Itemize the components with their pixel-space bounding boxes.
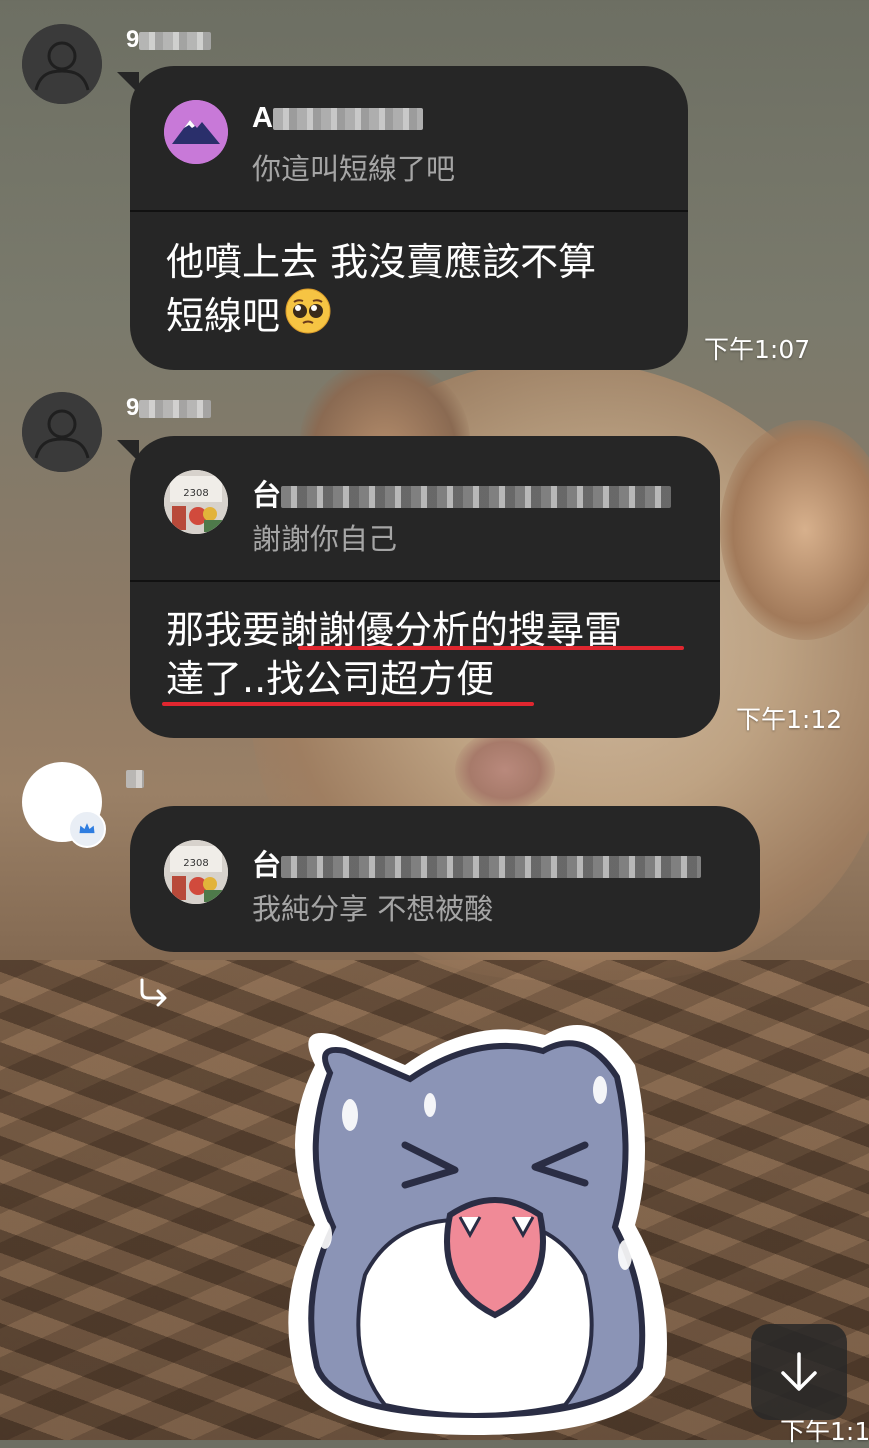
sender-avatar[interactable]: [22, 392, 102, 472]
crown-badge: [68, 810, 106, 848]
pleading-face-icon: [285, 288, 331, 334]
stock-image-icon: 2308: [164, 840, 228, 904]
message-line: 他噴上去 我沒賣應該不算: [166, 240, 597, 284]
divider: [130, 580, 720, 582]
reply-thumbnail: 2308: [164, 840, 228, 904]
reply-preview[interactable]: 2308 台 我純分享 不想被酸: [164, 806, 730, 950]
scroll-to-bottom-button[interactable]: [751, 1324, 847, 1420]
blurred-title: [281, 856, 702, 879]
blurred-title: [281, 486, 672, 509]
person-icon: [22, 392, 102, 472]
highlight-underline: [298, 646, 684, 650]
background-cat-nose: [455, 730, 555, 810]
blurred-name: [126, 769, 144, 788]
mountain-icon: [164, 100, 228, 164]
reply-preview[interactable]: A 你這叫短線了吧: [164, 66, 658, 210]
message-bubble[interactable]: 2308 台 我純分享 不想被酸: [130, 806, 760, 952]
highlight-underline: [162, 702, 534, 706]
reply-subtitle: 謝謝你自己: [252, 522, 398, 556]
crying-cat-sticker[interactable]: [255, 995, 695, 1440]
reply-title: 台: [252, 472, 672, 514]
message-line: 達了..找公司超方便: [166, 657, 495, 701]
reply-title: A: [252, 102, 423, 135]
reply-thumbnail: 2308: [164, 470, 228, 534]
blurred-name: [272, 108, 423, 131]
message-bubble[interactable]: A 你這叫短線了吧 他噴上去 我沒賣應該不算 短線吧: [130, 66, 688, 370]
message-text: 那我要謝謝優分析的搜尋雷 達了..找公司超方便: [166, 606, 690, 704]
svg-text:2308: 2308: [183, 488, 208, 499]
reply-arrow-icon[interactable]: [136, 976, 170, 1008]
message-time: 下午1:12: [736, 705, 843, 734]
svg-text:2308: 2308: [183, 858, 208, 869]
reply-subtitle: 我純分享 不想被酸: [252, 892, 494, 926]
background-cat-ear: [720, 420, 869, 640]
message-bubble[interactable]: 2308 台 謝謝你自己 那我要謝謝優分析的搜尋雷 達了..找公司超方便: [130, 436, 720, 738]
reply-subtitle: 你這叫短線了吧: [252, 152, 456, 186]
divider: [130, 210, 688, 212]
message-time: 下午1:07: [704, 335, 811, 364]
sender-avatar[interactable]: [22, 24, 102, 104]
arrow-down-icon: [781, 1352, 817, 1391]
crown-icon: [79, 823, 95, 834]
reply-avatar: [164, 100, 228, 164]
message-text: 他噴上去 我沒賣應該不算 短線吧: [166, 238, 658, 341]
blurred-name: [139, 399, 212, 418]
reply-title: 台: [252, 842, 702, 884]
sender-name: 9: [126, 26, 212, 54]
message-line: 短線吧: [166, 287, 658, 341]
sender-name: [126, 764, 144, 792]
person-icon: [22, 24, 102, 104]
blurred-name: [139, 31, 212, 50]
stock-image-icon: 2308: [164, 470, 228, 534]
reply-preview[interactable]: 2308 台 謝謝你自己: [164, 436, 690, 580]
sender-name: 9: [126, 394, 212, 422]
